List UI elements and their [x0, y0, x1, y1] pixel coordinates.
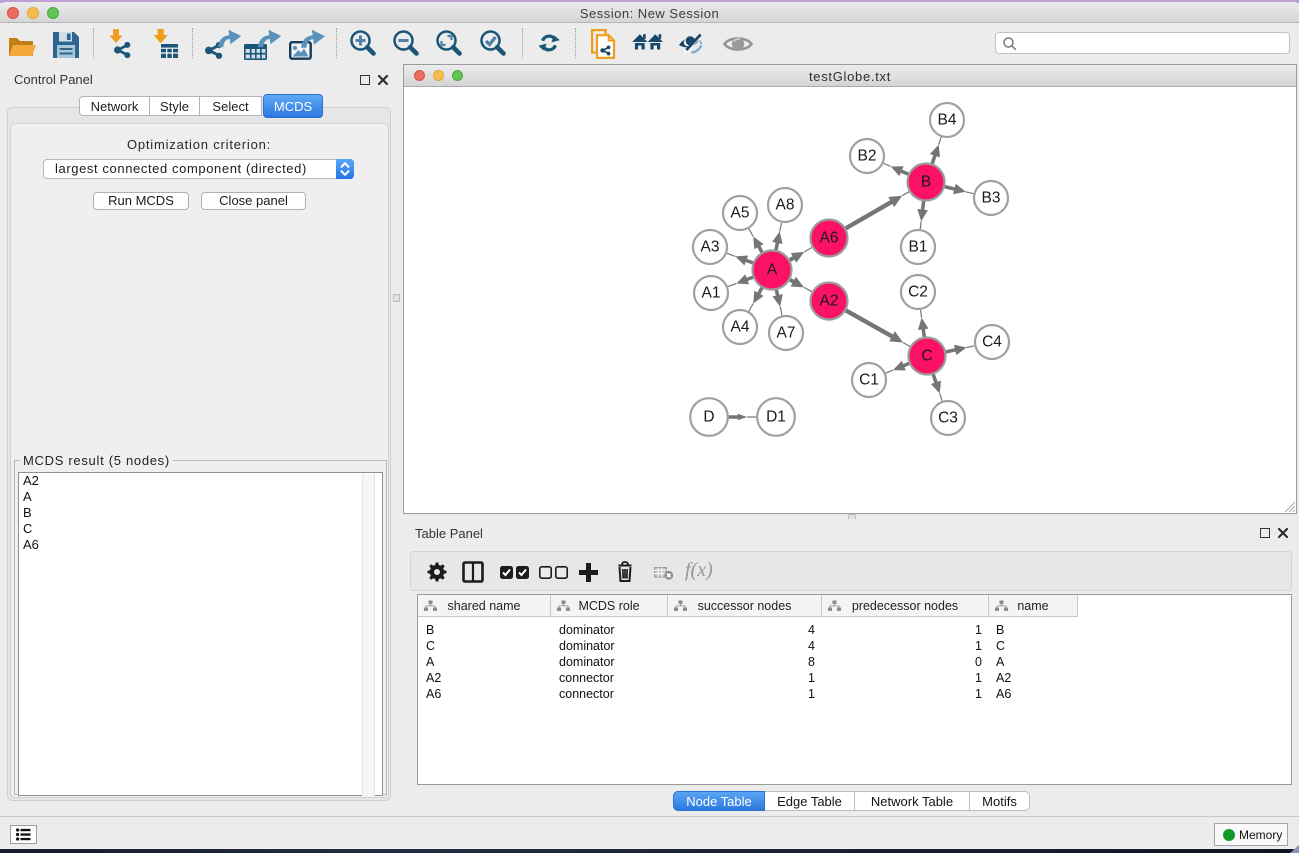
svg-text:A6: A6	[820, 230, 839, 247]
svg-text:C: C	[921, 348, 932, 365]
svg-text:B: B	[921, 174, 931, 191]
svg-text:C1: C1	[859, 372, 879, 389]
svg-text:D1: D1	[766, 409, 786, 426]
svg-text:D: D	[703, 409, 714, 426]
svg-text:B1: B1	[909, 239, 928, 256]
svg-text:A2: A2	[820, 293, 839, 310]
svg-text:A5: A5	[731, 205, 750, 222]
svg-text:C2: C2	[908, 284, 928, 301]
svg-text:B3: B3	[982, 190, 1001, 207]
svg-text:C3: C3	[938, 410, 958, 427]
svg-text:A: A	[767, 262, 778, 279]
svg-text:B4: B4	[938, 112, 957, 129]
svg-text:A4: A4	[731, 319, 750, 336]
svg-text:A7: A7	[777, 325, 796, 342]
svg-text:C4: C4	[982, 334, 1002, 351]
svg-text:A3: A3	[701, 239, 720, 256]
svg-text:B2: B2	[858, 148, 877, 165]
svg-text:A8: A8	[776, 197, 795, 214]
svg-text:A1: A1	[702, 285, 721, 302]
